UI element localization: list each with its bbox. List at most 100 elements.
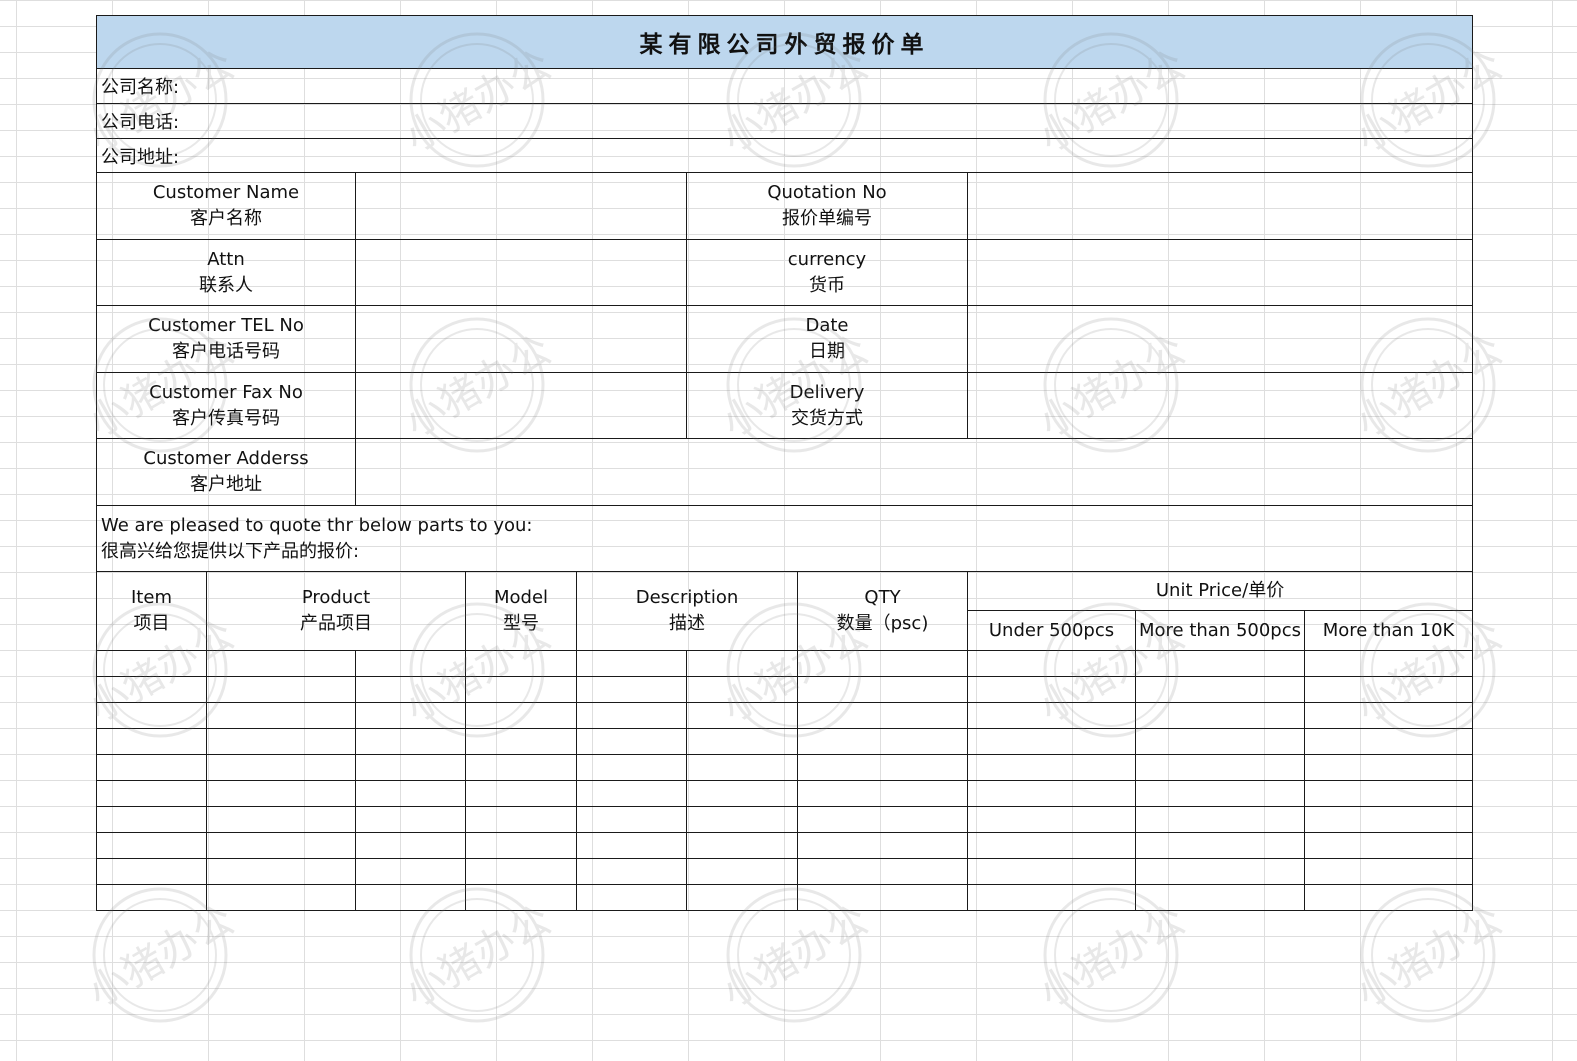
- table-cell[interactable]: [465, 754, 577, 781]
- table-cell[interactable]: [797, 728, 968, 755]
- table-cell[interactable]: [96, 806, 207, 833]
- table-cell[interactable]: [576, 780, 687, 807]
- table-cell[interactable]: [686, 702, 798, 729]
- quotation-no-label[interactable]: Quotation No 报价单编号: [686, 172, 968, 240]
- table-cell[interactable]: [96, 754, 207, 781]
- table-cell[interactable]: [686, 832, 798, 859]
- table-cell[interactable]: [967, 832, 1136, 859]
- table-cell[interactable]: [576, 728, 687, 755]
- table-cell[interactable]: [967, 702, 1136, 729]
- table-cell[interactable]: [576, 754, 687, 781]
- date-label[interactable]: Date 日期: [686, 305, 968, 373]
- table-cell[interactable]: [1303, 754, 1474, 781]
- table-cell[interactable]: [576, 676, 687, 703]
- table-cell[interactable]: [1303, 806, 1474, 833]
- table-cell[interactable]: [1135, 754, 1305, 781]
- date-value[interactable]: [966, 305, 1474, 373]
- table-cell[interactable]: [967, 676, 1136, 703]
- table-cell[interactable]: [465, 832, 577, 859]
- table-cell[interactable]: [1135, 806, 1305, 833]
- price-tier-under-500[interactable]: Under 500pcs: [967, 610, 1136, 651]
- table-cell[interactable]: [686, 806, 798, 833]
- table-cell[interactable]: [206, 728, 356, 755]
- table-cell[interactable]: [355, 780, 466, 807]
- table-cell[interactable]: [1135, 650, 1305, 677]
- delivery-label[interactable]: Delivery 交货方式: [686, 372, 968, 439]
- table-cell[interactable]: [1303, 858, 1474, 885]
- table-cell[interactable]: [686, 728, 798, 755]
- company-name-field[interactable]: 公司名称:: [95, 68, 1474, 104]
- table-cell[interactable]: [206, 832, 356, 859]
- table-cell[interactable]: [465, 780, 577, 807]
- table-cell[interactable]: [206, 702, 356, 729]
- customer-address-value[interactable]: [354, 438, 1474, 506]
- customer-name-value[interactable]: [355, 172, 687, 240]
- table-cell[interactable]: [1135, 884, 1305, 911]
- company-phone-field[interactable]: 公司电话:: [95, 103, 1474, 139]
- table-cell[interactable]: [96, 832, 207, 859]
- table-cell[interactable]: [96, 702, 207, 729]
- table-cell[interactable]: [797, 858, 968, 885]
- table-cell[interactable]: [96, 676, 207, 703]
- table-cell[interactable]: [355, 858, 466, 885]
- attn-value[interactable]: [355, 239, 687, 306]
- table-cell[interactable]: [967, 650, 1136, 677]
- table-cell[interactable]: [1135, 780, 1305, 807]
- table-cell[interactable]: [797, 754, 968, 781]
- table-cell[interactable]: [355, 884, 466, 911]
- table-cell[interactable]: [797, 832, 968, 859]
- table-cell[interactable]: [465, 806, 577, 833]
- table-cell[interactable]: [686, 650, 798, 677]
- table-cell[interactable]: [576, 832, 687, 859]
- table-cell[interactable]: [686, 858, 798, 885]
- table-cell[interactable]: [355, 806, 466, 833]
- table-cell[interactable]: [355, 728, 466, 755]
- table-cell[interactable]: [1303, 884, 1474, 911]
- table-cell[interactable]: [797, 650, 968, 677]
- table-cell[interactable]: [465, 884, 577, 911]
- attn-label[interactable]: Attn 联系人: [96, 239, 356, 306]
- sheet-title[interactable]: 某有限公司外贸报价单: [95, 15, 1474, 69]
- header-item[interactable]: Item 项目: [96, 571, 207, 651]
- quote-message[interactable]: We are pleased to quote thr below parts …: [95, 505, 1474, 572]
- table-cell[interactable]: [206, 780, 356, 807]
- table-cell[interactable]: [967, 806, 1136, 833]
- table-cell[interactable]: [355, 650, 466, 677]
- table-cell[interactable]: [206, 858, 356, 885]
- table-cell[interactable]: [1135, 728, 1305, 755]
- table-cell[interactable]: [1303, 702, 1474, 729]
- table-cell[interactable]: [1303, 676, 1474, 703]
- table-cell[interactable]: [967, 858, 1136, 885]
- table-cell[interactable]: [797, 884, 968, 911]
- table-cell[interactable]: [1303, 650, 1474, 677]
- table-cell[interactable]: [576, 884, 687, 911]
- table-cell[interactable]: [96, 780, 207, 807]
- table-cell[interactable]: [797, 806, 968, 833]
- table-cell[interactable]: [1303, 780, 1474, 807]
- company-address-field[interactable]: 公司地址:: [95, 138, 1474, 173]
- customer-fax-value[interactable]: [355, 372, 687, 439]
- table-cell[interactable]: [206, 650, 356, 677]
- header-unit-price[interactable]: Unit Price/单价: [966, 571, 1474, 611]
- table-cell[interactable]: [96, 858, 207, 885]
- table-cell[interactable]: [206, 806, 356, 833]
- currency-value[interactable]: [966, 239, 1474, 306]
- table-cell[interactable]: [686, 754, 798, 781]
- table-cell[interactable]: [206, 676, 356, 703]
- table-cell[interactable]: [1135, 676, 1305, 703]
- table-cell[interactable]: [96, 884, 207, 911]
- table-cell[interactable]: [686, 676, 798, 703]
- table-cell[interactable]: [465, 650, 577, 677]
- table-cell[interactable]: [967, 780, 1136, 807]
- table-cell[interactable]: [1135, 858, 1305, 885]
- currency-label[interactable]: currency 货币: [686, 239, 968, 306]
- table-cell[interactable]: [797, 702, 968, 729]
- delivery-value[interactable]: [966, 372, 1474, 439]
- table-cell[interactable]: [355, 832, 466, 859]
- customer-address-label[interactable]: Customer Adderss 客户地址: [96, 438, 356, 506]
- header-product[interactable]: Product 产品项目: [206, 571, 466, 651]
- table-cell[interactable]: [206, 884, 356, 911]
- table-cell[interactable]: [1135, 832, 1305, 859]
- price-tier-over-500[interactable]: More than 500pcs: [1135, 610, 1305, 651]
- table-cell[interactable]: [967, 754, 1136, 781]
